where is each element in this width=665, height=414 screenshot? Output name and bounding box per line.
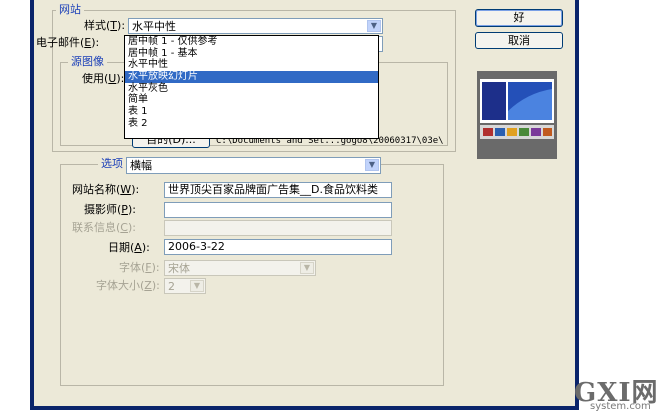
style-preview-graphic (480, 79, 554, 139)
chevron-down-icon: ▼ (190, 280, 204, 292)
options-label: 选项 (98, 157, 126, 171)
use-label: 使用(U): (82, 72, 125, 85)
chevron-down-icon[interactable]: ▼ (367, 20, 381, 32)
style-dropdown-list[interactable]: 居中帧 1 - 仅供参考 居中帧 1 - 基本 水平中性 水平放映幻灯片 水平灰… (124, 35, 379, 139)
contact-field (164, 220, 392, 236)
chevron-down-icon: ▼ (300, 262, 314, 274)
ok-button[interactable]: 好 (475, 9, 563, 27)
email-label: 电子邮件(E): (36, 36, 100, 49)
options-select[interactable]: 横幅 ▼ (126, 157, 381, 174)
font-select: 宋体 ▼ (164, 260, 316, 276)
options-select-value: 横幅 (130, 159, 152, 172)
style-preview-image (477, 71, 557, 159)
style-option[interactable]: 水平中性 (125, 59, 378, 71)
font-select-value: 宋体 (168, 262, 190, 275)
date-field[interactable]: 2006-3-22 (164, 239, 392, 255)
style-option[interactable]: 表 1 (125, 106, 378, 118)
site-group-legend: 网站 (56, 3, 84, 16)
style-option[interactable]: 表 2 (125, 118, 378, 130)
contact-label: 联系信息(C): (72, 221, 136, 234)
style-label: 样式(T): (84, 19, 126, 32)
style-option[interactable]: 居中帧 1 - 基本 (125, 48, 378, 60)
style-option[interactable]: 居中帧 1 - 仅供参考 (125, 36, 378, 48)
watermark-sub: system.com (590, 401, 651, 412)
site-watermark-logo: GXI网 system.com (570, 374, 665, 414)
style-option-selected[interactable]: 水平放映幻灯片 (125, 71, 378, 83)
site-name-field[interactable]: 世界顶尖百家品牌面广告集__D.食品饮料类 (164, 182, 392, 198)
style-option[interactable]: 水平灰色 (125, 83, 378, 95)
chevron-down-icon[interactable]: ▼ (365, 159, 379, 171)
font-size-label: 字体大小(Z): (96, 279, 160, 292)
photographer-field[interactable] (164, 202, 392, 218)
font-size-select: 2 ▼ (164, 278, 206, 294)
source-images-legend: 源图像 (68, 55, 107, 68)
style-select-value: 水平中性 (132, 20, 176, 33)
style-select[interactable]: 水平中性 ▼ (128, 18, 383, 34)
site-name-label: 网站名称(W): (72, 183, 140, 196)
cancel-button[interactable]: 取消 (475, 32, 563, 49)
font-size-select-value: 2 (168, 280, 175, 293)
style-option[interactable]: 简单 (125, 94, 378, 106)
font-label: 字体(F): (119, 261, 160, 274)
photographer-label: 摄影师(P): (84, 203, 136, 216)
date-label: 日期(A): (108, 241, 150, 254)
